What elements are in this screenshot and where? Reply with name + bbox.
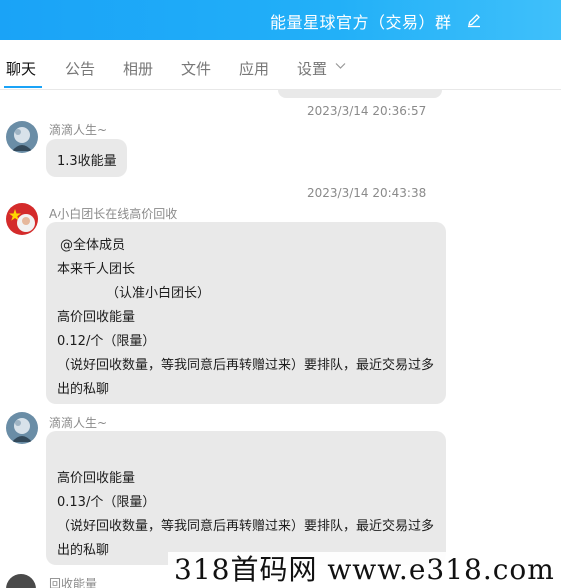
avatar[interactable] xyxy=(6,574,36,588)
tab-settings[interactable]: 设置 xyxy=(297,58,327,79)
active-tab-indicator xyxy=(4,86,42,88)
avatar[interactable] xyxy=(6,412,38,444)
pencil-icon[interactable] xyxy=(466,12,482,28)
message-text: 0.13/个（限量） xyxy=(57,495,156,510)
sender-name[interactable]: 滴滴人生~ xyxy=(49,414,107,431)
tab-apps[interactable]: 应用 xyxy=(239,58,269,79)
message-text: 本来千人团长 xyxy=(57,262,136,277)
tab-files[interactable]: 文件 xyxy=(181,58,211,79)
message-text: （认准小白团长） xyxy=(106,286,211,301)
message-text: 高价回收能量 xyxy=(57,310,136,325)
message-text: @全体成员 xyxy=(60,238,126,253)
tab-chat[interactable]: 聊天 xyxy=(6,58,36,79)
chat-header: 能量星球官方（交易）群 xyxy=(0,0,561,40)
watermark: 318首码网 www.e318.com xyxy=(168,552,561,588)
tab-bar: 聊天 公告 相册 文件 应用 设置 xyxy=(0,40,561,90)
message-bubble: @全体成员 本来千人团长 （认准小白团长） 高价回收能量 0.12/个（限量） … xyxy=(46,222,446,404)
message-text: 出的私聊 xyxy=(57,543,110,558)
sender-name[interactable]: A小白团长在线高价回收 xyxy=(49,205,177,222)
message-timestamp: 2023/3/14 20:43:38 xyxy=(307,186,427,200)
message-text: 高价回收能量 xyxy=(57,471,136,486)
message-text: （说好回收数量，等我同意后再转赠过来）要排队，最近交易过多 xyxy=(57,519,435,534)
sender-name[interactable]: 回收能量 xyxy=(49,575,97,588)
previous-message-bubble xyxy=(278,90,442,98)
chevron-down-icon[interactable] xyxy=(335,62,346,70)
tab-album[interactable]: 相册 xyxy=(123,58,153,79)
message-text: 0.12/个（限量） xyxy=(57,334,156,349)
avatar[interactable] xyxy=(6,203,38,235)
tab-announcement[interactable]: 公告 xyxy=(65,58,95,79)
message-text: （说好回收数量，等我同意后再转赠过来）要排队，最近交易过多 xyxy=(57,358,435,373)
message-text: 出的私聊 xyxy=(57,382,110,397)
group-title[interactable]: 能量星球官方（交易）群 xyxy=(270,9,452,33)
message-timestamp: 2023/3/14 20:36:57 xyxy=(307,104,427,118)
sender-name[interactable]: 滴滴人生~ xyxy=(49,121,107,138)
message-text: 1.3收能量 xyxy=(57,154,117,169)
avatar[interactable] xyxy=(6,121,38,153)
message-bubble: 1.3收能量 xyxy=(46,139,127,177)
message-bubble: 高价回收能量 0.13/个（限量） （说好回收数量，等我同意后再转赠过来）要排队… xyxy=(46,431,446,565)
